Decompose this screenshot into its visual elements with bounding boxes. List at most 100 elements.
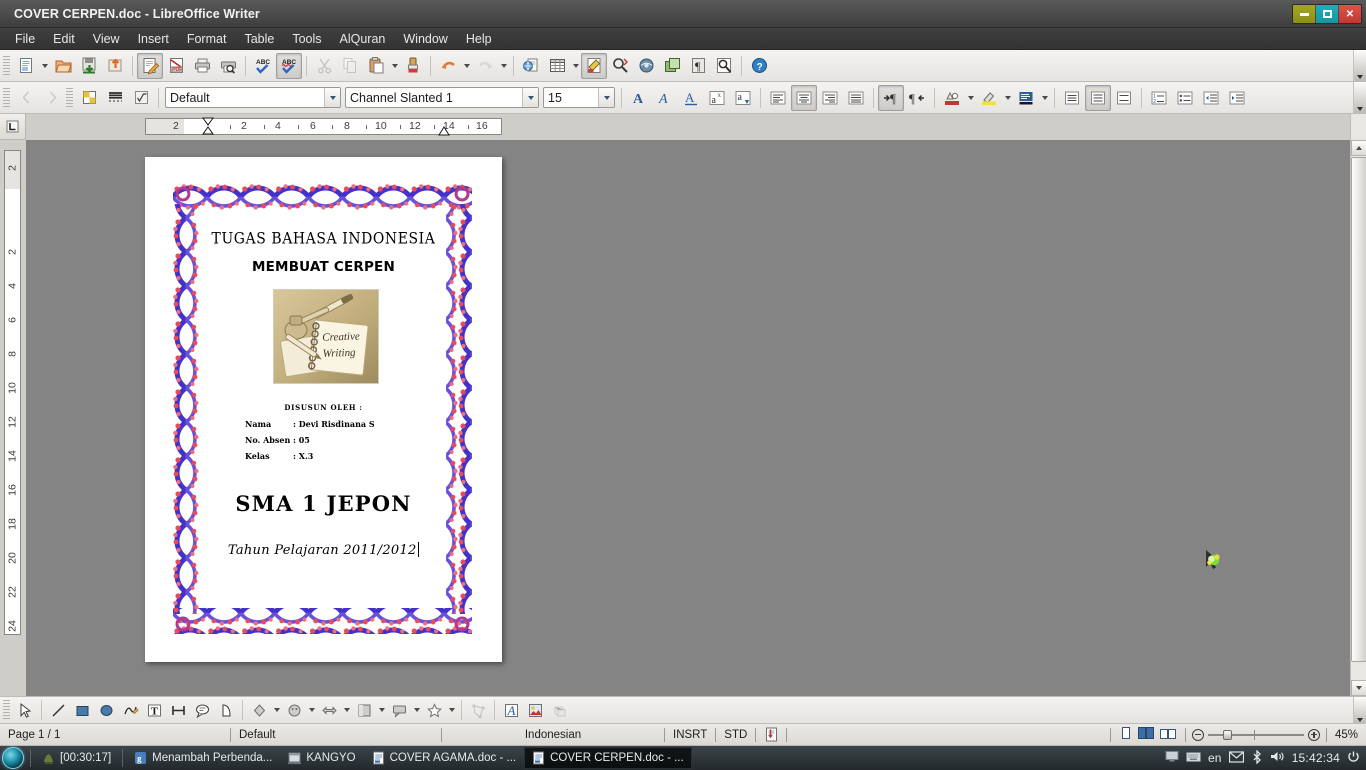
zoom-in-icon[interactable]: [1307, 728, 1320, 741]
underline-icon[interactable]: A: [678, 85, 704, 111]
stars-dropdown[interactable]: [446, 697, 457, 723]
highlighting-dropdown[interactable]: [1002, 85, 1013, 111]
italic-icon[interactable]: A: [652, 85, 678, 111]
taskbar-item-2[interactable]: COVER AGAMA.doc - ...: [364, 747, 525, 769]
document-modified-icon[interactable]: [756, 724, 786, 746]
align-left-icon[interactable]: [765, 85, 791, 111]
paragraph-style-input[interactable]: [166, 88, 324, 107]
menu-help[interactable]: Help: [457, 30, 501, 48]
cut-icon[interactable]: [311, 53, 337, 79]
toolbar-grip[interactable]: [3, 55, 10, 76]
maximize-button[interactable]: [1316, 5, 1338, 23]
unordered-list-icon[interactable]: [1172, 85, 1198, 111]
new-document-icon[interactable]: [13, 53, 39, 79]
freeform-line-icon[interactable]: [118, 698, 142, 722]
zoom-slider[interactable]: [1186, 728, 1326, 741]
vertical-ruler[interactable]: 2 2 4 6 8 10 12 14 16 18 20 22 24: [0, 140, 26, 696]
copy-icon[interactable]: [337, 53, 363, 79]
drawing-toolbar-overflow[interactable]: [1353, 697, 1366, 724]
tray-clock[interactable]: 15:42:34: [1292, 751, 1340, 765]
hyperlink-icon[interactable]: [518, 53, 544, 79]
status-page-style[interactable]: Default: [231, 724, 441, 746]
keyboard-icon[interactable]: [1185, 751, 1201, 766]
draw-functions-icon[interactable]: [581, 52, 607, 79]
zoom-knob[interactable]: [1222, 729, 1232, 740]
increase-indent-icon[interactable]: [1224, 85, 1250, 111]
close-button[interactable]: ✕: [1339, 5, 1361, 23]
taskbar-item-3[interactable]: COVER CERPEN.doc - ...: [524, 747, 692, 769]
font-name-input[interactable]: [346, 88, 522, 107]
select-icon[interactable]: [13, 698, 37, 722]
tray-language[interactable]: en: [1208, 751, 1222, 765]
formatting-toolbar-overflow[interactable]: [1353, 82, 1366, 113]
single-page-view-icon[interactable]: [1119, 726, 1133, 743]
bold-icon[interactable]: A: [626, 85, 652, 111]
menu-tools[interactable]: Tools: [283, 30, 330, 48]
paste-dropdown[interactable]: [389, 53, 400, 79]
paragraph-style-dropdown[interactable]: [324, 88, 340, 107]
cover-content[interactable]: TUGAS BAHASA INDONESIA MEMBUAT CERPEN Cr…: [145, 157, 502, 662]
line-spacing-2-icon[interactable]: [1111, 85, 1137, 111]
mail-icon[interactable]: [1228, 750, 1244, 766]
menu-view[interactable]: View: [84, 30, 129, 48]
menu-edit[interactable]: Edit: [44, 30, 84, 48]
export-pdf-icon[interactable]: PDF: [163, 53, 189, 79]
print-preview-icon[interactable]: [215, 53, 241, 79]
ellipse-icon[interactable]: [94, 698, 118, 722]
ruler-corner-button[interactable]: [0, 114, 26, 140]
paragraph-style-lines-icon[interactable]: [102, 85, 128, 111]
undo-icon[interactable]: [435, 53, 461, 79]
redo-icon[interactable]: [472, 53, 498, 79]
help-icon[interactable]: ?: [746, 53, 772, 79]
taskbar-item-1[interactable]: KANGYO: [280, 747, 363, 769]
font-size-combo[interactable]: [543, 87, 615, 108]
dimension-line-icon[interactable]: [166, 698, 190, 722]
new-document-dropdown[interactable]: [39, 53, 50, 79]
fontwork-icon[interactable]: A: [499, 698, 523, 722]
scrollbar-thumb[interactable]: [1351, 157, 1366, 662]
edit-mode-icon[interactable]: [137, 52, 163, 79]
formatting-marks-icon[interactable]: ¶: [685, 53, 711, 79]
symbol-shapes-icon[interactable]: [282, 698, 306, 722]
basic-shapes-dropdown[interactable]: [271, 697, 282, 723]
font-size-input[interactable]: [544, 88, 598, 107]
start-orb-icon[interactable]: [2, 747, 24, 769]
curve-icon[interactable]: [214, 698, 238, 722]
status-insert-mode[interactable]: INSRT: [665, 724, 715, 746]
font-name-combo[interactable]: [345, 87, 539, 108]
status-selection-mode[interactable]: STD: [716, 724, 755, 746]
zoom-level[interactable]: 45%: [1327, 724, 1366, 746]
rtl-icon[interactable]: ¶: [904, 85, 930, 111]
vertical-scrollbar[interactable]: [1350, 140, 1366, 696]
font-size-dropdown[interactable]: [598, 88, 614, 107]
previous-style-icon[interactable]: [13, 85, 39, 111]
menu-table[interactable]: Table: [235, 30, 283, 48]
power-icon[interactable]: [1347, 750, 1360, 766]
toolbar-grip[interactable]: [3, 700, 10, 720]
undo-dropdown[interactable]: [461, 53, 472, 79]
display-icon[interactable]: [1165, 750, 1179, 766]
stars-icon[interactable]: [422, 698, 446, 722]
spelling-icon[interactable]: ABC: [250, 53, 276, 79]
scroll-down-button[interactable]: [1351, 680, 1366, 696]
clone-formatting-icon[interactable]: [400, 53, 426, 79]
menu-format[interactable]: Format: [178, 30, 236, 48]
document-canvas[interactable]: TUGAS BAHASA INDONESIA MEMBUAT CERPEN Cr…: [26, 140, 1350, 696]
ordered-list-icon[interactable]: 12: [1146, 85, 1172, 111]
insert-table-icon[interactable]: [544, 53, 570, 79]
superscript-icon[interactable]: ax: [704, 85, 730, 111]
creative-writing-image[interactable]: Creative Writing: [273, 289, 379, 384]
volume-icon[interactable]: [1270, 750, 1285, 766]
text-box-icon[interactable]: T: [142, 698, 166, 722]
navigator-icon[interactable]: [659, 53, 685, 79]
menu-alquran[interactable]: AlQuran: [331, 30, 395, 48]
zoom-track[interactable]: [1207, 729, 1304, 740]
block-arrows-dropdown[interactable]: [341, 697, 352, 723]
insert-table-dropdown[interactable]: [570, 53, 581, 79]
paragraph-background-icon[interactable]: [1013, 85, 1039, 111]
save-icon[interactable]: [76, 53, 102, 79]
line-spacing-1-icon[interactable]: [1059, 85, 1085, 111]
autospellcheck-icon[interactable]: ABC: [276, 52, 302, 79]
redo-dropdown[interactable]: [498, 53, 509, 79]
flowchart-dropdown[interactable]: [376, 697, 387, 723]
